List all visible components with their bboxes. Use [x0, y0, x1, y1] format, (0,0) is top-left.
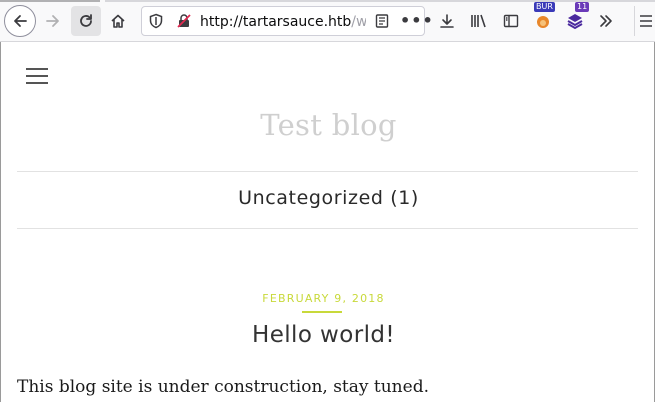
- home-button[interactable]: [104, 6, 132, 36]
- tab-strip-line: [105, 0, 655, 2]
- url-host: http://tartarsauce.htb: [200, 14, 352, 30]
- arrow-right-icon: [46, 15, 59, 27]
- category-link[interactable]: Uncategorized (1): [1, 187, 655, 209]
- library-button[interactable]: [465, 6, 493, 36]
- url-bar[interactable]: http://tartarsauce.htb/w •••: [141, 6, 433, 36]
- post-title[interactable]: Hello world!: [1, 322, 646, 348]
- forward-button[interactable]: [38, 6, 68, 36]
- burp-fox-icon: [537, 16, 549, 28]
- overflow-button[interactable]: [594, 6, 618, 36]
- menu-icon: [639, 15, 652, 27]
- tab-strip-line: [0, 0, 100, 2]
- reload-icon: [80, 14, 92, 27]
- divider: [17, 171, 638, 172]
- more-dots-icon[interactable]: •••: [400, 11, 434, 30]
- extension-badge: 11: [575, 2, 590, 12]
- library-icon: [471, 14, 486, 28]
- sidebar-icon: [503, 14, 519, 28]
- date-underline: [302, 311, 342, 313]
- url-path: /w: [351, 14, 366, 30]
- home-icon: [111, 14, 125, 28]
- url-text[interactable]: http://tartarsauce.htb/w: [200, 13, 366, 31]
- browser-toolbar: http://tartarsauce.htb/w ••• BUR 11: [0, 0, 655, 42]
- sidebar-button[interactable]: [497, 6, 525, 36]
- burp-badge: BUR: [534, 2, 555, 12]
- insecure-lock-icon[interactable]: [176, 13, 192, 33]
- arrow-left-icon: [14, 15, 27, 27]
- divider: [17, 228, 638, 229]
- site-title[interactable]: Test blog: [1, 108, 655, 142]
- post-date[interactable]: FEBRUARY 9, 2018: [1, 292, 646, 305]
- chevrons-right-icon: [600, 15, 612, 27]
- nav-menu-icon[interactable]: [26, 68, 48, 84]
- menu-button[interactable]: [634, 6, 655, 36]
- download-icon: [440, 14, 454, 28]
- downloads-button[interactable]: [433, 6, 461, 36]
- reload-button[interactable]: [71, 6, 101, 36]
- back-button[interactable]: [4, 5, 36, 37]
- shield-icon[interactable]: [148, 13, 164, 33]
- page-content: Test blog Uncategorized (1) FEBRUARY 9, …: [0, 42, 655, 402]
- post-body: This blog site is under construction, st…: [17, 377, 429, 397]
- reader-view-icon[interactable]: [374, 13, 390, 33]
- extension-stack-icon: [567, 14, 583, 30]
